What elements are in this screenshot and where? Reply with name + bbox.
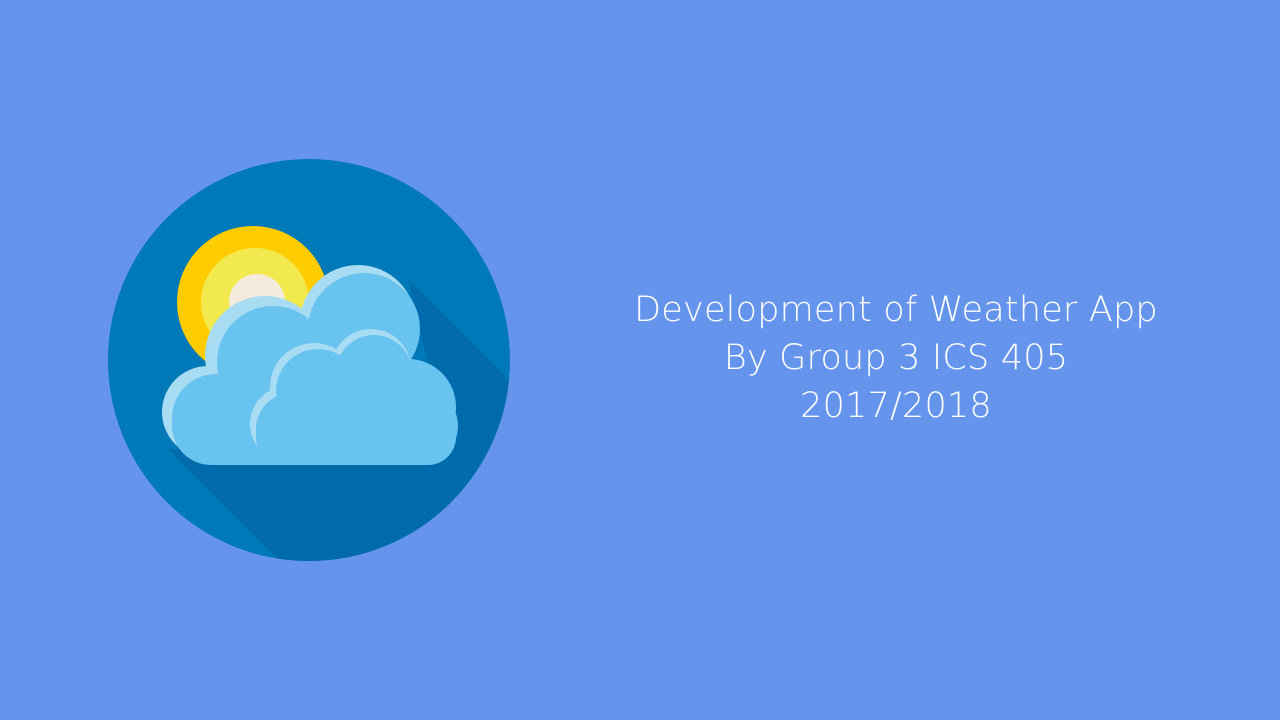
title-line-year: 2017/2018 (800, 386, 992, 426)
weather-partly-cloudy-icon (108, 159, 510, 561)
slide-title: Development of Weather App By Group 3 IC… (560, 286, 1232, 430)
title-slide: Development of Weather App By Group 3 IC… (0, 0, 1280, 720)
weather-app-logo (108, 159, 510, 561)
title-line-project: Development of Weather App (634, 290, 1158, 330)
title-line-group: By Group 3 ICS 405 (723, 338, 1069, 378)
